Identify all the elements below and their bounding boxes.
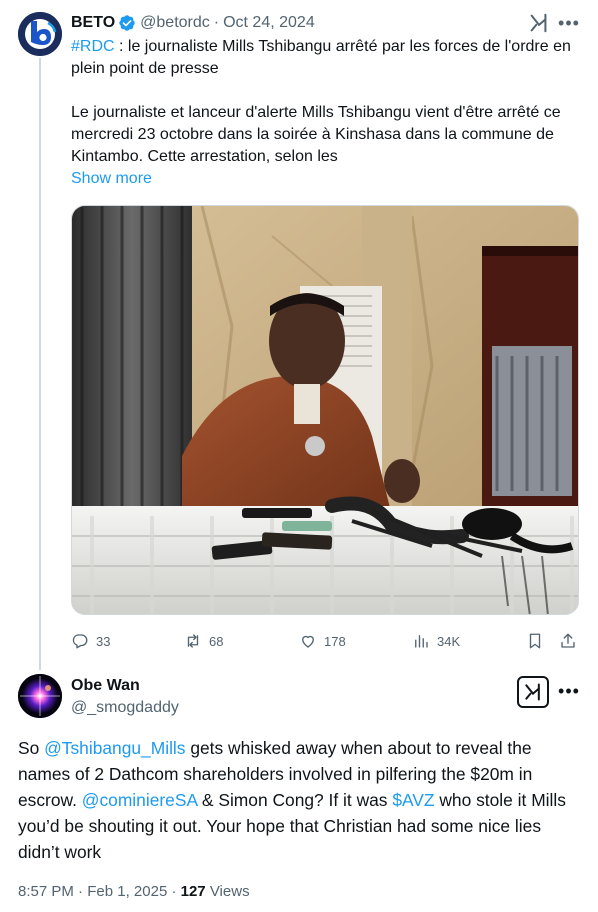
reply-more-options-icon[interactable]: ••• [556,678,582,704]
bookmark-icon [529,633,541,649]
beto-avatar[interactable] [18,12,62,56]
reply-icon [72,634,88,649]
share-icon [561,633,575,648]
share-button[interactable] [559,628,584,654]
obe-wan-avatar[interactable] [18,674,62,718]
reply-views-count: 127 [180,883,206,900]
repost-count: 68 [209,633,224,649]
tweet-text-paragraph: Le journaliste et lanceur d'alerte Mills… [71,104,561,165]
tweet-actions: 33 68 178 34K [71,628,581,654]
thread-line [39,58,41,670]
tweet-text: #RDC : le journaliste Mills Tshibangu ar… [71,36,576,190]
separator-dot: · [171,883,177,900]
reply-date[interactable]: Feb 1, 2025 [87,883,167,900]
grok-icon [525,683,540,701]
repost-button[interactable]: 68 [184,628,223,654]
reply-views-label: Views [209,883,250,900]
grok-icon[interactable] [528,12,550,34]
grok-button[interactable] [517,676,549,708]
like-count: 178 [324,633,346,649]
like-button[interactable]: 178 [299,628,346,654]
views-chart-icon [415,635,428,648]
repost-icon [187,634,199,648]
verified-badge-icon[interactable] [118,14,136,32]
tweet-text-line1: : le journaliste Mills Tshibangu arrêté … [71,38,571,77]
reply-count: 33 [96,633,111,649]
bookmark-button[interactable] [526,628,551,654]
beto-logo-icon [18,12,62,56]
hashtag-link[interactable]: #RDC [71,38,115,55]
reply-button[interactable]: 33 [71,628,110,654]
tweet-date[interactable]: Oct 24, 2024 [223,14,315,32]
separator-dot: · [213,14,220,31]
parent-tweet[interactable]: BETO @betordc · Oct 24, 2024 ••• #RDC : … [0,0,598,670]
author-handle[interactable]: @betordc [140,14,210,32]
views-count: 34K [437,633,461,649]
show-more-link[interactable]: Show more [71,168,576,190]
reply-text: So @Tshibangu_Mills gets whisked away wh… [18,735,578,865]
views-button[interactable]: 34K [412,628,460,654]
reply-time[interactable]: 8:57 PM [18,883,74,900]
reply-meta: 8:57 PM · Feb 1, 2025 · 127 Views [18,883,250,900]
author-name[interactable]: BETO [71,14,115,32]
reply-text-part: So [18,738,45,758]
parent-tweet-header: BETO @betordc · Oct 24, 2024 [71,12,315,34]
press-conference-photo [72,206,578,614]
lens-flare-avatar [18,674,62,718]
mention-cominieresa[interactable]: @cominiereSA [82,790,197,810]
more-options-icon[interactable]: ••• [556,10,582,36]
reply-author-name[interactable]: Obe Wan [71,677,140,695]
mention-tshibangu-mills[interactable]: @Tshibangu_Mills [44,738,185,758]
tweet-photo[interactable] [71,205,579,615]
reply-author-handle[interactable]: @_smogdaddy [71,699,179,717]
heart-icon [302,635,314,648]
separator-dot: · [78,883,84,900]
reply-text-part: & Simon Cong? If it was [197,790,393,810]
cashtag-avz[interactable]: $AVZ [392,790,434,810]
